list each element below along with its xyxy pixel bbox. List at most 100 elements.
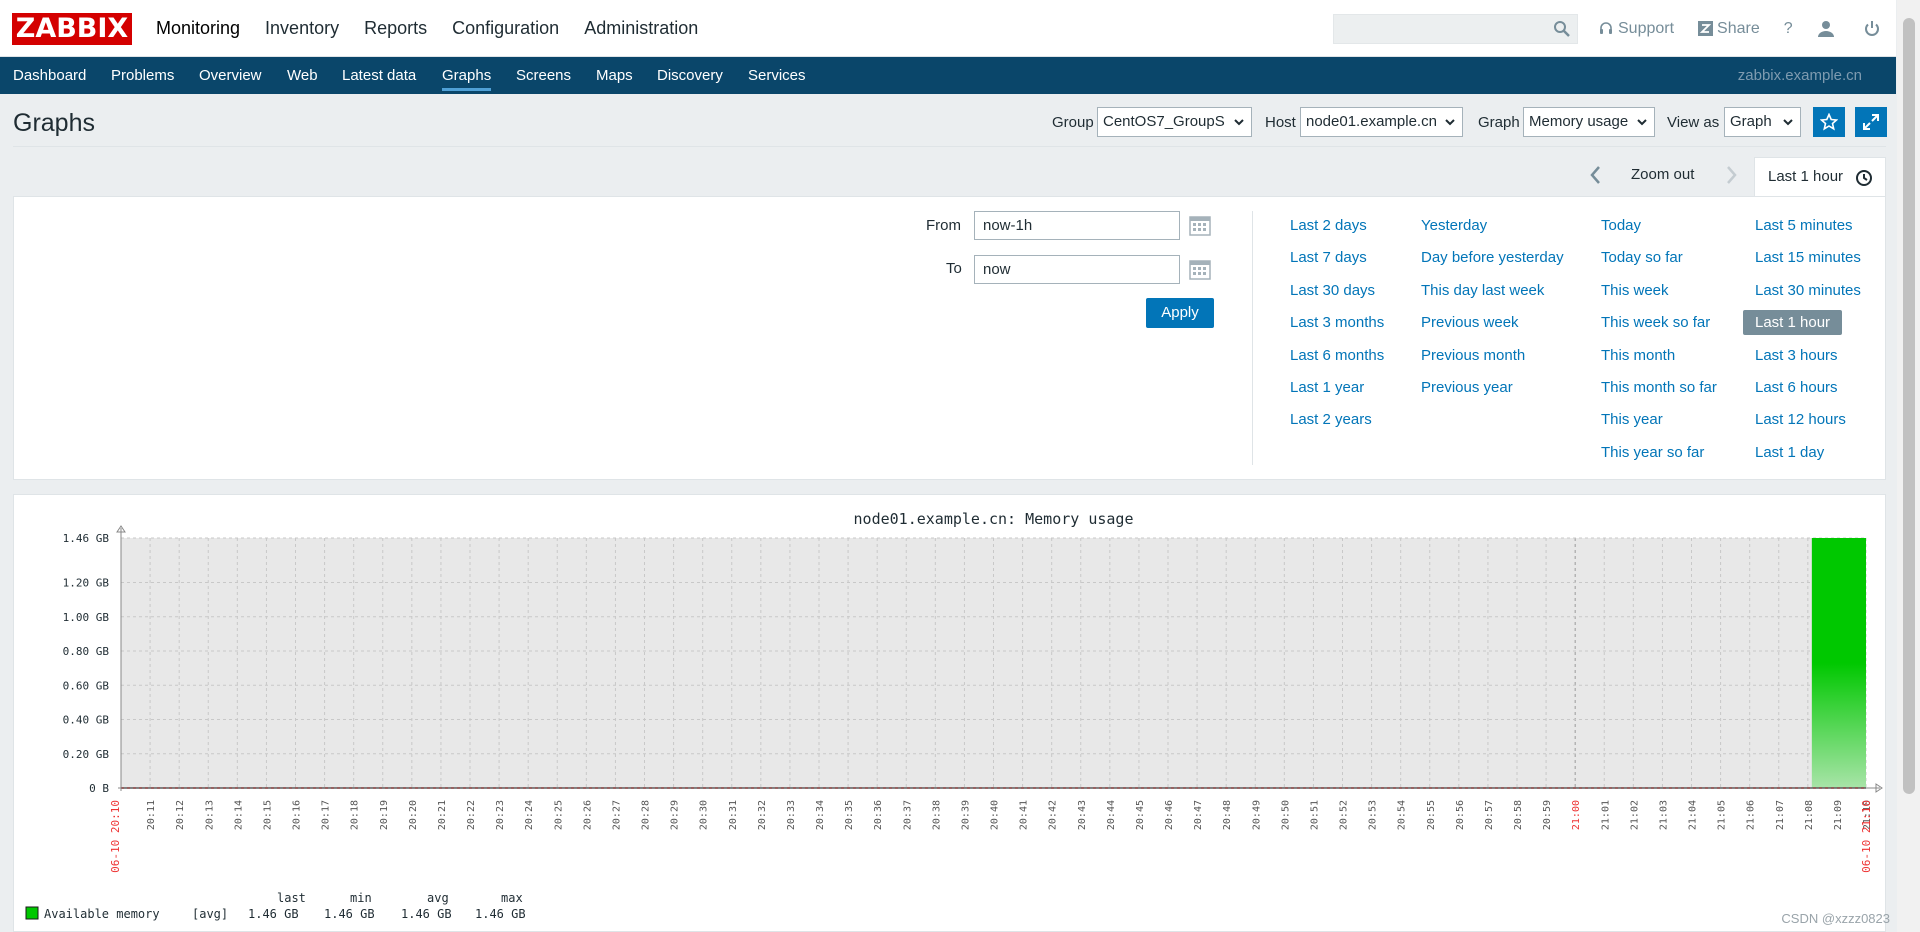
graph-select[interactable]: Memory usage: [1523, 107, 1655, 137]
quick-range-link[interactable]: Day before yesterday: [1421, 249, 1564, 266]
chevron-right-icon[interactable]: [1721, 163, 1741, 187]
subnav-maps[interactable]: Maps: [596, 57, 633, 94]
quick-range-link[interactable]: This week so far: [1601, 314, 1710, 331]
quick-range-link[interactable]: Last 1 year: [1290, 379, 1364, 396]
user-profile-button[interactable]: [1817, 20, 1835, 38]
quick-range-link[interactable]: Today so far: [1601, 249, 1683, 266]
support-link[interactable]: Support: [1598, 20, 1674, 38]
menu-reports[interactable]: Reports: [364, 0, 427, 57]
x-tick-label: 21:07: [1775, 800, 1786, 830]
subnav-latest-data[interactable]: Latest data: [342, 57, 416, 94]
chevron-left-icon[interactable]: [1586, 163, 1606, 187]
quick-range-link[interactable]: Last 1 day: [1755, 444, 1824, 461]
power-icon: [1864, 20, 1879, 36]
x-tick-label: 21:02: [1629, 800, 1640, 830]
x-tick-label: 20:55: [1426, 800, 1437, 830]
quick-range-link[interactable]: Last 30 minutes: [1755, 282, 1861, 299]
add-favourite-button[interactable]: [1813, 107, 1845, 137]
search-input[interactable]: [1334, 15, 1544, 43]
subnav-services[interactable]: Services: [748, 57, 806, 94]
help-link[interactable]: ?: [1784, 20, 1793, 38]
top-header: ZABBIX Monitoring Inventory Reports Conf…: [0, 0, 1896, 57]
subnav-overview[interactable]: Overview: [199, 57, 262, 94]
fullscreen-button[interactable]: [1855, 107, 1887, 137]
y-tick-label: 0.80 GB: [63, 645, 110, 658]
time-period-tab[interactable]: Last 1 hour: [1754, 157, 1886, 196]
subnav-problems[interactable]: Problems: [111, 57, 174, 94]
view-as-select[interactable]: Graph: [1724, 107, 1801, 137]
quick-range-link[interactable]: This month so far: [1601, 379, 1717, 396]
time-period-label: Last 1 hour: [1768, 168, 1844, 185]
x-tick-label: 20:14: [233, 800, 244, 830]
quick-range-link[interactable]: This year so far: [1601, 444, 1704, 461]
subnav-graphs[interactable]: Graphs: [442, 57, 492, 94]
quick-range-link[interactable]: Last 7 days: [1290, 249, 1367, 266]
from-input[interactable]: [974, 211, 1180, 240]
memory-usage-chart[interactable]: node01.example.cn: Memory usage 20:11 20:1…: [14, 495, 1885, 931]
menu-inventory[interactable]: Inventory: [265, 0, 339, 57]
server-name: zabbix.example.cn: [1737, 67, 1862, 84]
quick-range-link[interactable]: Previous week: [1421, 314, 1519, 331]
signout-button[interactable]: [1863, 20, 1881, 38]
quick-range-link[interactable]: Last 2 years: [1290, 411, 1372, 428]
quick-range-link[interactable]: Last 6 months: [1290, 347, 1384, 364]
to-input[interactable]: [974, 255, 1180, 284]
series-area: [1811, 538, 1866, 788]
quick-range-link[interactable]: This month: [1601, 347, 1675, 364]
y-tick-label: 0 B: [89, 782, 109, 795]
zoom-out-button[interactable]: Zoom out: [1631, 166, 1694, 183]
fullscreen-icon: [1863, 114, 1879, 130]
subnav-dashboard[interactable]: Dashboard: [13, 57, 86, 94]
quick-range-link[interactable]: Last 3 hours: [1755, 347, 1838, 364]
quick-range-link[interactable]: Last 3 months: [1290, 314, 1384, 331]
quick-range-link[interactable]: Last 30 days: [1290, 282, 1375, 299]
scrollbar-thumb[interactable]: [1903, 18, 1915, 794]
legend-header: last: [277, 891, 306, 905]
apply-button[interactable]: Apply: [1146, 298, 1214, 328]
page-title: Graphs: [13, 109, 95, 137]
subnav-discovery[interactable]: Discovery: [657, 57, 723, 94]
quick-range-link[interactable]: Last 2 days: [1290, 217, 1367, 234]
search-icon[interactable]: [1553, 20, 1571, 38]
quick-range-link[interactable]: This day last week: [1421, 282, 1544, 299]
subnav-screens[interactable]: Screens: [516, 57, 571, 94]
quick-range-link[interactable]: Last 15 minutes: [1755, 249, 1861, 266]
quick-range-link[interactable]: Last 6 hours: [1755, 379, 1838, 396]
x-tick-label: 20:23: [495, 800, 506, 830]
group-select[interactable]: CentOS7_GroupS: [1097, 107, 1252, 137]
quick-range-link[interactable]: Previous month: [1421, 347, 1525, 364]
x-tick-label: 20:41: [1019, 800, 1030, 830]
share-link[interactable]: Share: [1698, 20, 1760, 38]
menu-administration[interactable]: Administration: [584, 0, 698, 57]
y-tick-label: 0.40 GB: [63, 714, 110, 727]
x-tick-label: 20:35: [844, 800, 855, 830]
quick-range-link[interactable]: Today: [1601, 217, 1641, 234]
x-tick-label: 20:39: [960, 800, 971, 830]
x-tick-label: 21:05: [1717, 800, 1728, 830]
quick-range-link[interactable]: Yesterday: [1421, 217, 1487, 234]
x-tick-label: 20:19: [379, 800, 390, 830]
view-as-value: Graph: [1730, 113, 1772, 130]
top-right-actions: Support Share ?: [1598, 0, 1909, 57]
legend-func: [avg]: [192, 907, 228, 921]
quick-range-link[interactable]: Previous year: [1421, 379, 1513, 396]
quick-range-link[interactable]: This week: [1601, 282, 1669, 299]
menu-configuration[interactable]: Configuration: [452, 0, 559, 57]
quick-range-link[interactable]: Last 12 hours: [1755, 411, 1846, 428]
x-tick-label: 20:31: [728, 800, 739, 830]
host-select[interactable]: node01.example.cn: [1300, 107, 1463, 137]
calendar-icon[interactable]: [1189, 258, 1211, 280]
quick-range-selected[interactable]: Last 1 hour: [1743, 310, 1843, 335]
time-filter-panel: From To Apply Last 2 days Last 7 days La…: [13, 196, 1886, 480]
menu-monitoring[interactable]: Monitoring: [156, 0, 240, 57]
quick-range-link[interactable]: Last 5 minutes: [1755, 217, 1853, 234]
x-tick-label: 20:17: [321, 800, 332, 830]
quick-range-link[interactable]: This year: [1601, 411, 1663, 428]
x-tick-label: 20:52: [1339, 800, 1350, 830]
group-select-value: CentOS7_GroupS: [1103, 113, 1225, 130]
subnav-web[interactable]: Web: [287, 57, 318, 94]
x-tick-label: 20:59: [1542, 800, 1553, 830]
watermark: CSDN @xzzz0823: [1781, 911, 1890, 926]
zabbix-logo[interactable]: ZABBIX: [12, 13, 132, 45]
calendar-icon[interactable]: [1189, 214, 1211, 236]
